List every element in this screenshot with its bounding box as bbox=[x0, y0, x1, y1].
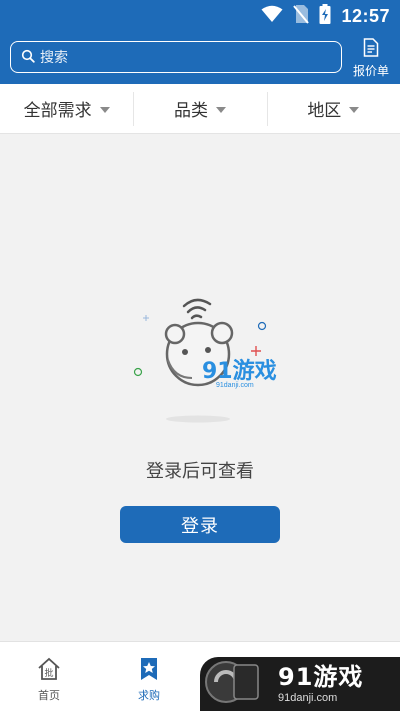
illustration-logo-text: 91游戏 bbox=[202, 358, 277, 384]
watermark-logo-icon bbox=[204, 657, 262, 711]
quote-list-button[interactable]: 报价单 bbox=[350, 38, 392, 80]
filter-category[interactable]: 品类 bbox=[133, 84, 266, 133]
empty-state-illustration: 91游戏 91danji.com bbox=[130, 290, 280, 425]
watermark-text: 91游戏 91danji.com bbox=[278, 663, 363, 705]
illustration-logo-url: 91danji.com bbox=[216, 382, 254, 389]
nav-label-home: 首页 bbox=[38, 689, 60, 702]
empty-state-message: 登录后可查看 bbox=[146, 461, 254, 482]
wifi-icon bbox=[261, 5, 283, 27]
nav-item-home[interactable]: 批 首页 bbox=[24, 657, 74, 703]
caret-down-icon bbox=[215, 106, 226, 113]
star-bookmark-icon bbox=[138, 657, 160, 684]
battery-charging-icon bbox=[319, 4, 331, 28]
watermark-brand: 91游戏 bbox=[278, 663, 364, 691]
document-icon bbox=[363, 38, 379, 61]
home-icon: 批 bbox=[37, 657, 61, 684]
filter-label: 地区 bbox=[307, 101, 342, 121]
search-icon bbox=[21, 48, 35, 67]
filter-all-demands[interactable]: 全部需求 bbox=[0, 84, 133, 133]
filter-region[interactable]: 地区 bbox=[266, 84, 400, 133]
svg-text:批: 批 bbox=[44, 667, 53, 679]
search-input[interactable]: 搜索 bbox=[10, 41, 342, 73]
filter-label: 全部需求 bbox=[23, 101, 92, 121]
watermark-url: 91danji.com bbox=[278, 692, 338, 704]
filter-label: 品类 bbox=[173, 101, 208, 121]
caret-down-icon bbox=[349, 106, 360, 113]
watermark: 91游戏 91danji.com bbox=[200, 657, 400, 711]
nav-label-purchase: 求购 bbox=[138, 689, 160, 702]
header: 搜索 报价单 bbox=[0, 32, 400, 84]
status-icons: 12:57 bbox=[261, 0, 390, 32]
no-sim-icon bbox=[293, 4, 310, 28]
nav-item-purchase[interactable]: 求购 bbox=[124, 657, 174, 703]
status-time: 12:57 bbox=[341, 5, 390, 26]
filter-bar: 全部需求 品类 地区 bbox=[0, 84, 400, 134]
search-placeholder: 搜索 bbox=[40, 50, 68, 66]
login-button[interactable]: 登录 bbox=[120, 506, 280, 543]
status-bar: 12:57 bbox=[0, 0, 400, 32]
caret-down-icon bbox=[99, 106, 110, 113]
quote-list-label: 报价单 bbox=[352, 64, 389, 78]
